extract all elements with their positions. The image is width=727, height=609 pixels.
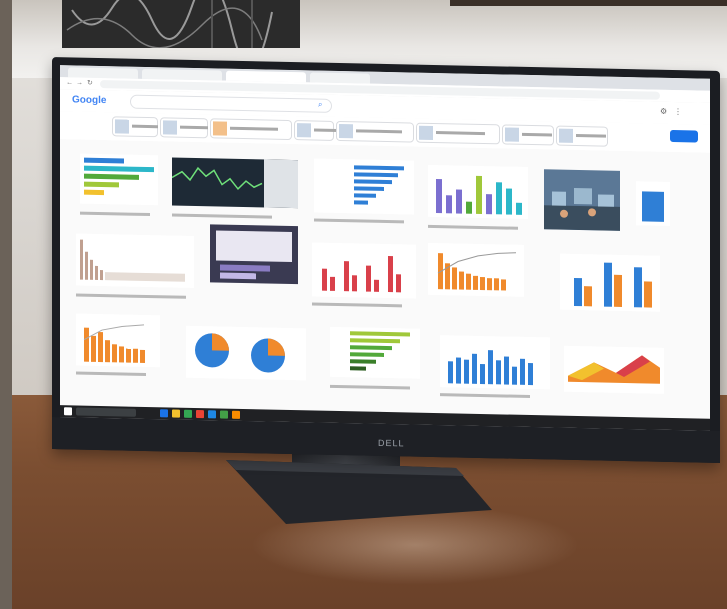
back-icon[interactable]: ← <box>66 79 73 86</box>
taskbar-app-icon[interactable] <box>160 409 168 418</box>
google-logo[interactable]: Google <box>72 94 106 106</box>
image-result[interactable] <box>636 181 670 226</box>
monitor: ← → ↻ Google ⌕ ⚙ ⋮ DELL <box>52 57 720 463</box>
image-result[interactable] <box>428 164 528 219</box>
settings-icon[interactable]: ⚙ <box>660 107 667 116</box>
apps-icon[interactable]: ⋮ <box>674 107 682 116</box>
result-caption <box>330 384 410 390</box>
image-result[interactable] <box>312 242 416 299</box>
taskbar-app-icon[interactable] <box>208 410 216 419</box>
result-caption <box>312 302 402 308</box>
result-caption <box>76 293 186 299</box>
taskbar-app-icon[interactable] <box>196 410 204 419</box>
taskbar-app-icon[interactable] <box>172 409 180 418</box>
image-result[interactable] <box>186 325 306 381</box>
dell-logo: DELL <box>378 437 405 449</box>
result-caption <box>428 224 518 230</box>
image-result[interactable] <box>171 157 298 209</box>
image-result[interactable] <box>210 224 298 285</box>
image-result[interactable] <box>544 169 620 231</box>
monitor-screen: ← → ↻ Google ⌕ ⚙ ⋮ <box>60 65 710 431</box>
image-result[interactable] <box>330 326 420 379</box>
result-caption <box>80 211 150 217</box>
filter-chip[interactable] <box>294 120 337 141</box>
image-result[interactable] <box>314 158 414 215</box>
filter-chip[interactable] <box>160 117 208 139</box>
taskbar-search-icon[interactable] <box>76 407 136 417</box>
image-result[interactable] <box>76 313 160 368</box>
filter-chip[interactable] <box>336 120 414 143</box>
taskbar-app-icon[interactable] <box>232 410 240 419</box>
filter-chip[interactable] <box>502 124 554 146</box>
result-caption <box>314 218 404 224</box>
search-icon[interactable]: ⌕ <box>318 100 322 110</box>
filter-chip[interactable] <box>416 122 500 145</box>
image-result[interactable] <box>76 233 194 288</box>
filter-chip[interactable] <box>210 118 292 141</box>
image-result[interactable] <box>564 345 664 394</box>
taskbar-app-icon[interactable] <box>220 410 228 419</box>
taskbar-app-icon[interactable] <box>184 409 192 418</box>
windows-start-icon[interactable] <box>64 407 72 416</box>
image-result[interactable] <box>80 153 158 206</box>
left-edge <box>0 0 12 609</box>
filter-chip[interactable] <box>112 116 159 138</box>
blue-action-button[interactable] <box>670 129 698 143</box>
forward-icon[interactable]: → <box>76 80 83 87</box>
result-caption <box>172 213 272 219</box>
search-input[interactable] <box>130 94 332 113</box>
ceiling-edge <box>450 0 727 6</box>
wall-artwork <box>62 0 300 48</box>
result-caption <box>76 371 146 376</box>
result-caption <box>440 393 530 399</box>
image-result[interactable] <box>440 335 550 390</box>
image-result[interactable] <box>560 253 660 312</box>
monitor-stand-base <box>226 460 492 524</box>
refresh-icon[interactable]: ↻ <box>87 79 93 87</box>
image-result[interactable] <box>428 242 524 297</box>
filter-chip[interactable] <box>556 125 608 147</box>
